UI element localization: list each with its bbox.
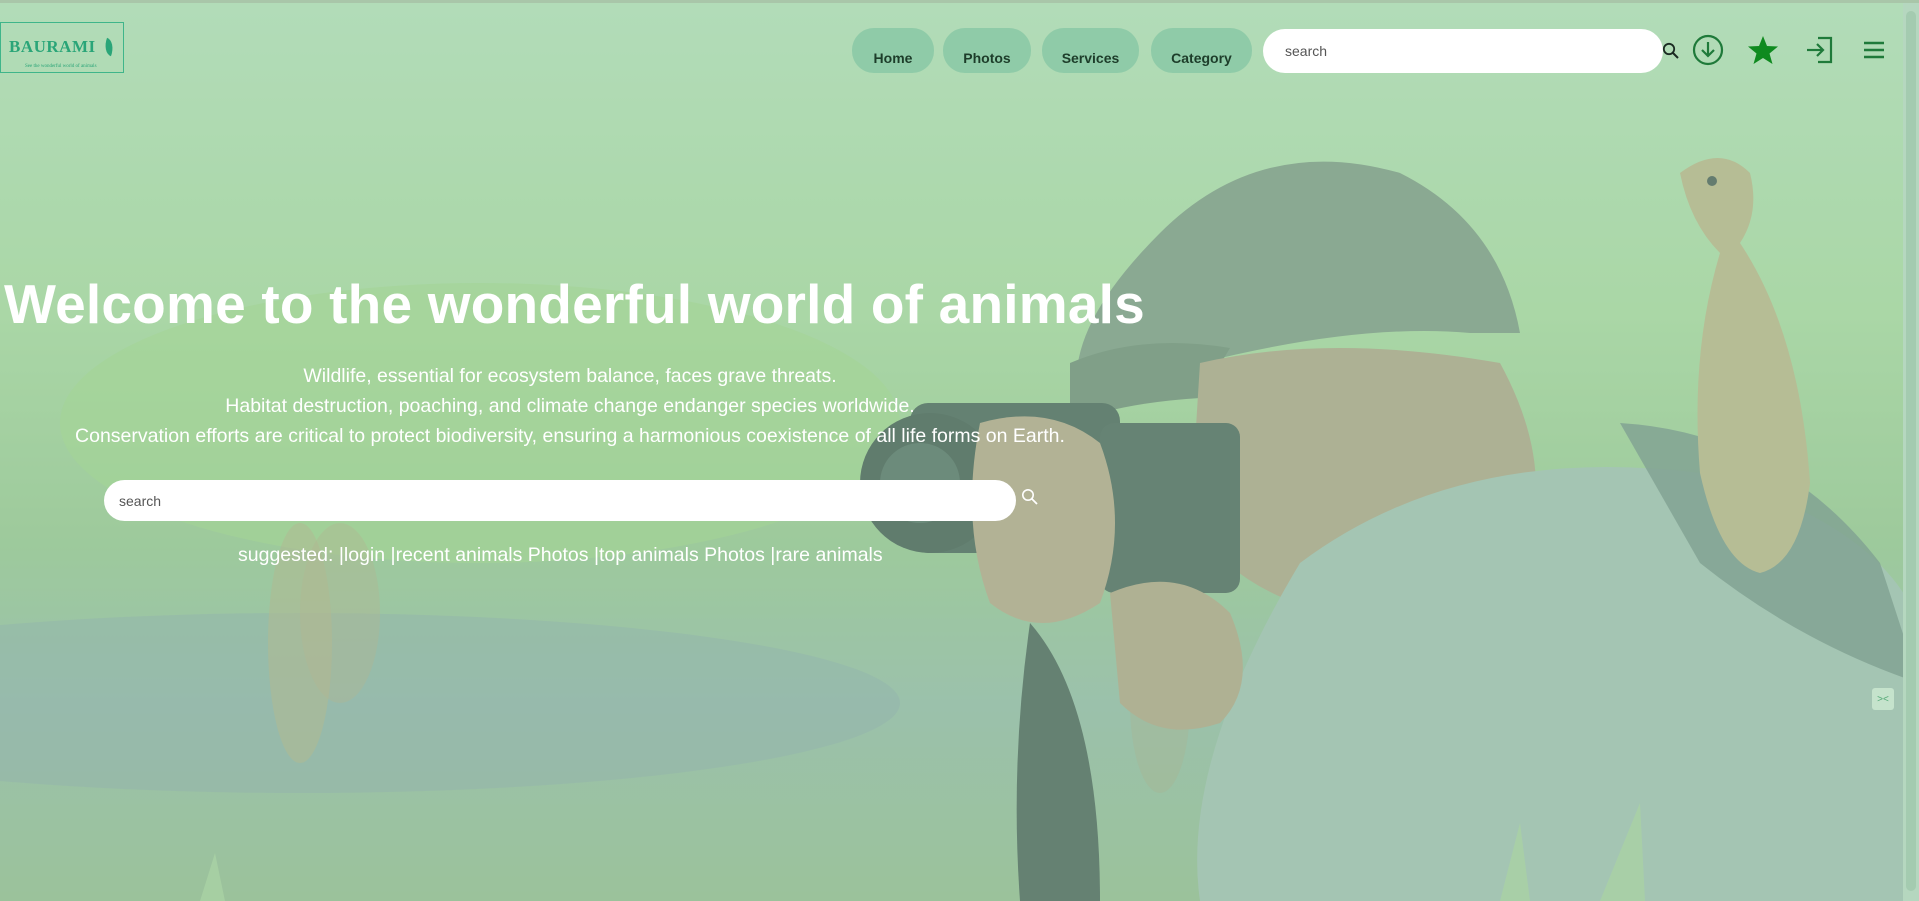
star-icon[interactable] <box>1746 33 1780 67</box>
hero-search-input[interactable] <box>104 480 1016 521</box>
green-overlay <box>0 3 1919 901</box>
menu-icon[interactable] <box>1862 37 1886 63</box>
search-icon[interactable] <box>1661 41 1681 61</box>
scrollbar-thumb[interactable] <box>1906 11 1916 891</box>
hero-line-1: Wildlife, essential for ecosystem balanc… <box>303 365 837 387</box>
suggested-rare-animals-link[interactable]: |rare animals <box>770 544 882 566</box>
nav-home-button[interactable]: Home <box>852 28 934 73</box>
suggested-links: suggested: |login |recent animals Photos… <box>238 544 883 567</box>
logo-text: BAURAMI <box>9 37 96 56</box>
logo-tagline: See the wonderful world of animals <box>25 64 97 69</box>
suggested-label: suggested: <box>238 544 339 566</box>
hero-line-3: Conservation efforts are critical to pro… <box>75 425 1065 447</box>
header-search-input[interactable] <box>1263 29 1663 73</box>
download-icon[interactable] <box>1691 33 1725 67</box>
leaf-icon <box>101 37 117 57</box>
nav-category-button[interactable]: Category <box>1151 28 1252 73</box>
nav-services-button[interactable]: Services <box>1042 28 1139 73</box>
suggested-recent-photos-link[interactable]: |recent animals Photos <box>391 544 594 566</box>
suggested-top-photos-link[interactable]: |top animals Photos <box>594 544 770 566</box>
hero-search-icon[interactable] <box>1020 487 1040 507</box>
hero-title: Welcome to the wonderful world of animal… <box>4 273 1145 335</box>
brand-logo[interactable]: BAURAMI See the wonderful world of anima… <box>0 22 124 73</box>
collapse-icon[interactable]: >< <box>1872 688 1894 710</box>
hero-description: Wildlife, essential for ecosystem balanc… <box>0 361 1140 451</box>
page-scrollbar[interactable] <box>1903 3 1919 901</box>
login-icon[interactable] <box>1803 35 1835 65</box>
nav-photos-button[interactable]: Photos <box>943 28 1031 73</box>
suggested-login-link[interactable]: |login <box>339 544 391 566</box>
hero-line-2: Habitat destruction, poaching, and clima… <box>225 395 915 417</box>
